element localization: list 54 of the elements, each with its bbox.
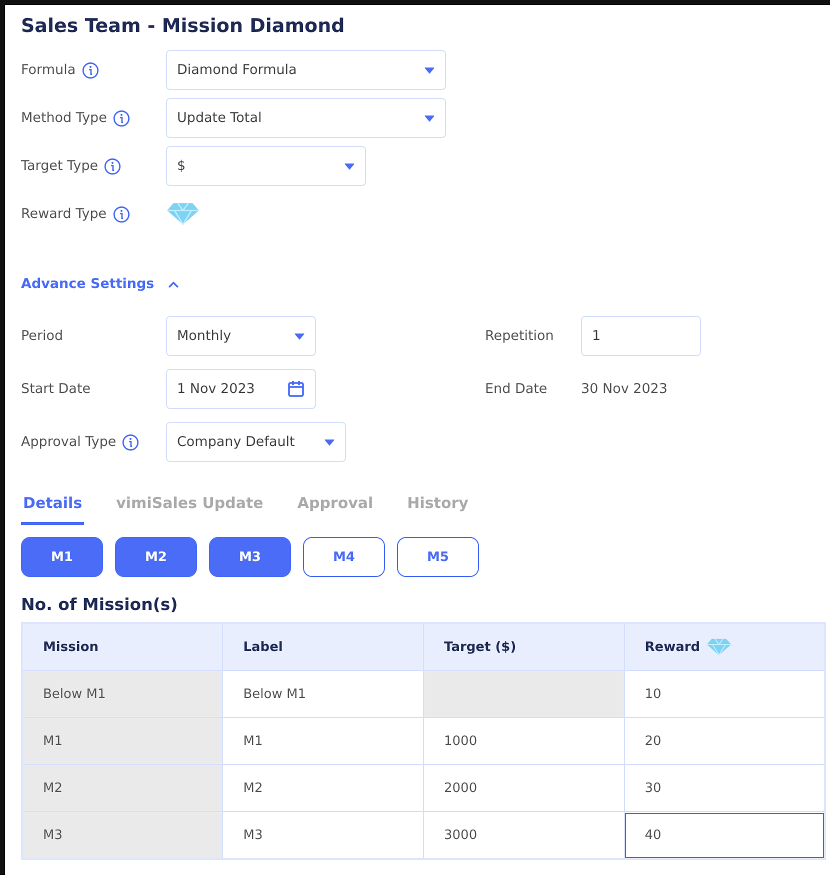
mission-button[interactable]: M3 — [209, 537, 291, 577]
field-label: Start Date — [21, 381, 91, 397]
field-label: Method Type — [21, 110, 107, 126]
table-cell[interactable]: Below M1 — [222, 670, 424, 718]
table-cell: M1 — [22, 718, 223, 764]
mission-button[interactable]: M4 — [303, 537, 385, 577]
info-icon[interactable] — [112, 206, 130, 222]
dropdown[interactable]: Diamond Formula — [166, 50, 446, 90]
dropdown[interactable]: Update Total — [166, 98, 446, 138]
chevron-icon[interactable] — [168, 280, 180, 288]
calendar-icon[interactable] — [287, 380, 305, 398]
dropdown[interactable]: Company Default — [166, 422, 346, 462]
table-cell[interactable]: M1 — [222, 718, 424, 764]
field-label: End Date — [485, 381, 548, 397]
table-cell: Below M1 — [22, 670, 223, 718]
field-label: Repetition — [485, 328, 554, 344]
field-label: Approval Type — [21, 434, 116, 450]
diamond-icon — [166, 202, 200, 226]
column-header: Mission — [22, 623, 223, 670]
info-icon[interactable] — [112, 110, 130, 126]
diamond-icon — [706, 638, 732, 656]
field-label: Target Type — [21, 158, 98, 174]
caret-icon — [424, 114, 435, 122]
section-heading: No. of Mission(s) — [21, 595, 179, 614]
field-value: 30 Nov 2023 — [581, 381, 668, 397]
field-label: Reward Type — [21, 206, 107, 222]
caret-icon — [324, 438, 335, 446]
mission-button[interactable]: M5 — [397, 537, 479, 577]
dropdown[interactable]: $ — [166, 146, 366, 186]
info-icon[interactable] — [82, 62, 99, 78]
mission-button[interactable]: M2 — [115, 537, 197, 577]
date-field[interactable]: 1 Nov 2023 — [166, 369, 316, 409]
input-field[interactable]: 1 — [581, 316, 701, 356]
column-header: Label — [222, 623, 424, 670]
field-label: Period — [21, 328, 64, 344]
table-cell[interactable]: M2 — [222, 764, 424, 812]
dropdown[interactable]: Monthly — [166, 316, 316, 356]
caret-icon — [294, 332, 305, 340]
table-cell[interactable]: 2000 — [424, 764, 624, 812]
table-cell: M3 — [22, 812, 223, 859]
info-icon[interactable] — [122, 434, 140, 450]
info-icon[interactable] — [104, 158, 122, 174]
column-header: Target ($) — [424, 623, 624, 670]
table-cell[interactable]: 40 — [624, 812, 825, 859]
tab[interactable]: Details — [21, 486, 84, 525]
caret-icon — [424, 66, 435, 74]
caret-icon — [344, 162, 355, 170]
table-cell: M2 — [22, 764, 223, 812]
mission-button[interactable]: M1 — [21, 537, 103, 577]
field-label: Formula — [21, 62, 76, 78]
column-header: Reward — [624, 623, 825, 670]
table-cell[interactable]: 1000 — [424, 718, 624, 764]
section-toggle[interactable]: Advance Settings — [21, 276, 154, 292]
page-title: Sales Team - Mission Diamond — [21, 15, 346, 37]
